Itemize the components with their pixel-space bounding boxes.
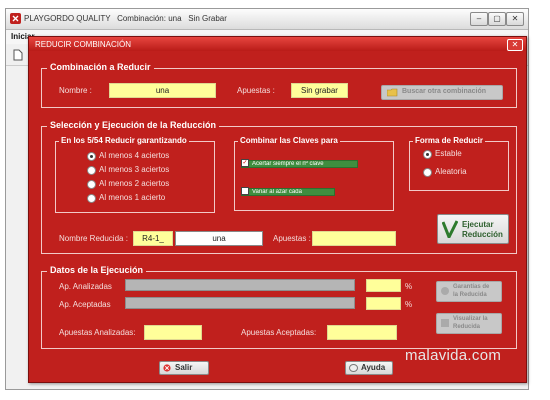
- analizadas-percent-field: [366, 279, 401, 292]
- combo-section-title: Combinación a Reducir: [47, 62, 154, 72]
- acertar-checkbox[interactable]: ✓: [241, 159, 249, 167]
- watermark: malavida.com: [405, 347, 502, 364]
- apuestas-aceptadas-field: [327, 325, 397, 340]
- radio-guarantee-1-label: Al menos 1 acierto: [99, 193, 166, 202]
- garantias-line1: Garantías de: [453, 284, 490, 290]
- apuestas-reducida-field: [312, 231, 396, 246]
- folder-icon: [387, 88, 398, 97]
- nombre-field[interactable]: una: [109, 83, 216, 98]
- buscar-label: Buscar otra combinación: [402, 88, 487, 95]
- radio-forma-estable[interactable]: [423, 150, 432, 159]
- app-logo-icon: [10, 13, 21, 24]
- analizadas-percent-symbol: %: [405, 282, 413, 291]
- forma-group-title: Forma de Reducir: [413, 136, 486, 145]
- visualizar-line2: Reducida: [453, 324, 481, 330]
- dialog-close-button[interactable]: ✕: [507, 39, 523, 51]
- ayuda-label: Ayuda: [361, 363, 386, 372]
- nombre-label: Nombre :: [59, 86, 92, 95]
- radio-guarantee-3-label: Al menos 3 aciertos: [99, 165, 170, 174]
- apuestas-analizadas-label: Apuestas Analizadas:: [59, 328, 136, 337]
- radio-forma-estable-label: Estable: [435, 149, 462, 158]
- guarantee-options: Al menos 4 aciertos Al menos 3 aciertos …: [87, 151, 207, 211]
- salir-button[interactable]: Salir: [159, 361, 209, 375]
- variar-option[interactable]: Variar al azar cada: [241, 188, 335, 196]
- radio-guarantee-3[interactable]: [87, 166, 96, 175]
- visualizar-button[interactable]: Visualizar la Reducida: [436, 313, 502, 334]
- apuestas-analizadas-field: [144, 325, 202, 340]
- apuestas-label: Apuestas :: [237, 86, 275, 95]
- radio-forma-aleatoria-label: Aleatoria: [435, 167, 467, 176]
- apuestas-field[interactable]: Sin grabar: [291, 83, 348, 98]
- salir-label: Salir: [175, 363, 193, 372]
- radio-guarantee-2-label: Al menos 2 aciertos: [99, 179, 170, 188]
- garantias-icon: [441, 287, 449, 295]
- apuestas-reducida-label: Apuestas :: [273, 234, 311, 243]
- app-title: PLAYGORDO QUALITY Combinación: una Sin G…: [24, 14, 227, 23]
- apuestas-aceptadas-label: Apuestas Aceptadas:: [241, 328, 317, 337]
- ejecutar-reduccion-button[interactable]: Ejecutar Reducción: [437, 214, 509, 244]
- acertar-option[interactable]: Acertar siempre el nº clave: [241, 160, 358, 168]
- analizadas-progress: [125, 279, 355, 291]
- radio-guarantee-2[interactable]: [87, 180, 96, 189]
- analizadas-label: Ap. Analizadas: [59, 282, 112, 291]
- minimize-button[interactable]: –: [470, 12, 488, 26]
- dialog-titlebar: REDUCIR COMBINACIÓN ✕: [29, 37, 526, 51]
- garantias-line2: la Reducida: [453, 292, 487, 298]
- nombre-reducida-field[interactable]: una: [175, 231, 263, 246]
- app-titlebar: PLAYGORDO QUALITY Combinación: una Sin G…: [6, 9, 528, 30]
- datos-section-title: Datos de la Ejecución: [47, 265, 147, 275]
- ejecutar-icon: [442, 220, 458, 238]
- salir-icon: [163, 364, 171, 372]
- aceptadas-percent-symbol: %: [405, 300, 413, 309]
- new-document-icon[interactable]: [13, 49, 23, 61]
- nombre-reducida-prefix: R4-1_: [133, 231, 173, 246]
- radio-guarantee-1[interactable]: [87, 194, 96, 203]
- radio-guarantee-4[interactable]: [87, 152, 96, 161]
- ayuda-button[interactable]: Ayuda: [345, 361, 393, 375]
- dialog-title: REDUCIR COMBINACIÓN: [35, 40, 132, 49]
- close-app-button[interactable]: ✕: [506, 12, 524, 26]
- combinar-group-title: Combinar las Claves para: [238, 136, 340, 145]
- variar-checkbox[interactable]: [241, 187, 249, 195]
- combinar-group: [234, 141, 394, 211]
- visualizar-icon: [441, 319, 449, 327]
- radio-forma-aleatoria[interactable]: [423, 168, 432, 177]
- ayuda-icon: [349, 364, 358, 372]
- garantias-button[interactable]: Garantías de la Reducida: [436, 281, 502, 302]
- selection-section-title: Selección y Ejecución de la Reducción: [47, 120, 220, 130]
- radio-guarantee-4-label: Al menos 4 aciertos: [99, 151, 170, 160]
- reducir-dialog: REDUCIR COMBINACIÓN ✕ Combinación a Redu…: [28, 36, 527, 383]
- buscar-combinacion-button[interactable]: Buscar otra combinación: [381, 85, 503, 100]
- aceptadas-label: Ap. Aceptadas: [59, 300, 111, 309]
- guarantee-group-title: En los 5/54 Reducir garantizando: [59, 136, 189, 145]
- ejecutar-line2: Reducción: [462, 230, 503, 239]
- visualizar-line1: Visualizar la: [453, 316, 488, 322]
- aceptadas-percent-field: [366, 297, 401, 310]
- aceptadas-progress: [125, 297, 355, 309]
- maximize-button[interactable]: ▢: [488, 12, 506, 26]
- ejecutar-line1: Ejecutar: [462, 220, 494, 229]
- nombre-reducida-label: Nombre Reducida :: [59, 234, 128, 243]
